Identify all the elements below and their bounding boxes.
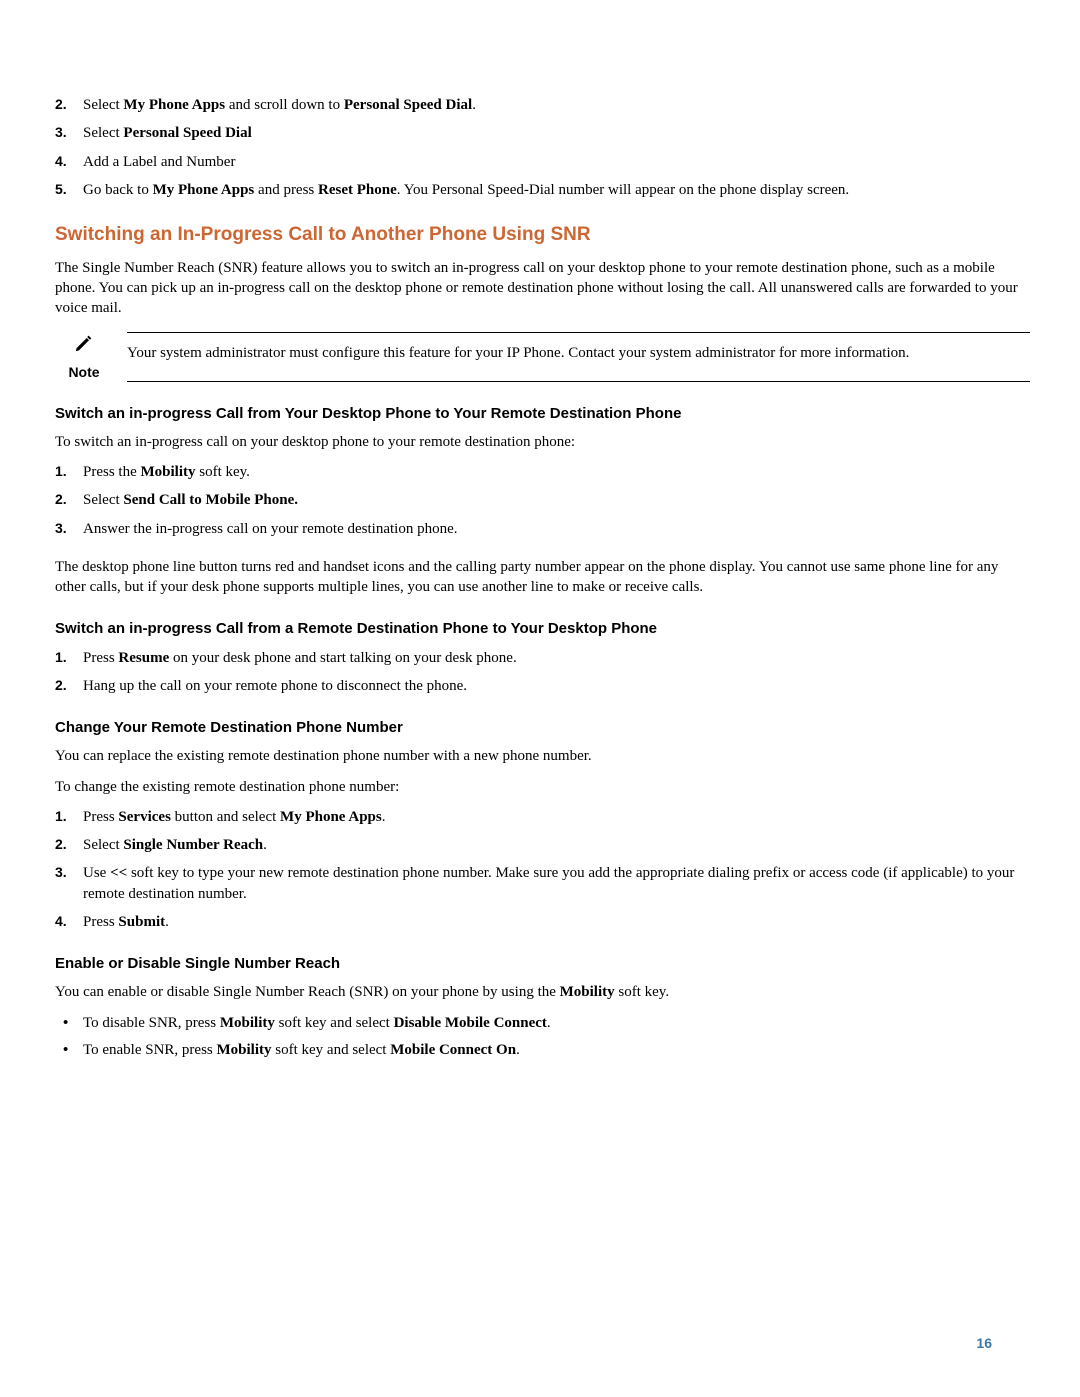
page-number: 16 [976, 1334, 992, 1353]
subheading-enable-disable: Enable or Disable Single Number Reach [55, 954, 1030, 974]
note-body: Your system administrator must configure… [127, 332, 1030, 381]
bullet-text: To enable SNR, press Mobility soft key a… [83, 1042, 520, 1058]
item-text: Select Send Call to Mobile Phone. [83, 492, 298, 508]
item-text: Answer the in-progress call on your remo… [83, 521, 458, 537]
item-text: Press Submit. [83, 914, 169, 930]
enable-disable-intro: You can enable or disable Single Number … [55, 982, 1030, 1002]
note-label: Note [55, 363, 113, 382]
item-number: 3. [55, 519, 67, 538]
note-left: Note [55, 332, 113, 381]
bullet-item: To disable SNR, press Mobility soft key … [55, 1013, 1030, 1033]
item-text: Go back to My Phone Apps and press Reset… [83, 182, 849, 198]
bullet-item: To enable SNR, press Mobility soft key a… [55, 1040, 1030, 1060]
list-item: 3. Select Personal Speed Dial [55, 123, 1030, 143]
list-item: 1. Press the Mobility soft key. [55, 462, 1030, 482]
switch-to-remote-after: The desktop phone line button turns red … [55, 557, 1030, 598]
item-text: Select Single Number Reach. [83, 837, 267, 853]
switch-to-remote-intro: To switch an in-progress call on your de… [55, 432, 1030, 452]
list-item: 1. Press Resume on your desk phone and st… [55, 648, 1030, 668]
item-text: Select My Phone Apps and scroll down to … [83, 97, 476, 113]
item-text: Use << soft key to type your new remote … [83, 865, 1014, 901]
item-number: 2. [55, 490, 67, 509]
list-item: 2. Select My Phone Apps and scroll down t… [55, 95, 1030, 115]
item-text: Press Services button and select My Phon… [83, 809, 386, 825]
list-item: 3. Use << soft key to type your new remot… [55, 863, 1030, 904]
item-number: 4. [55, 152, 67, 171]
list-item: 4. Add a Label and Number [55, 152, 1030, 172]
list-item: 2. Hang up the call on your remote phone … [55, 676, 1030, 696]
item-number: 1. [55, 648, 67, 667]
section-heading-snr: Switching an In-Progress Call to Another… [55, 222, 1030, 248]
change-number-p2: To change the existing remote destinatio… [55, 777, 1030, 797]
enable-disable-bullets: To disable SNR, press Mobility soft key … [55, 1013, 1030, 1061]
list-item: 2. Select Send Call to Mobile Phone. [55, 490, 1030, 510]
change-number-steps: 1. Press Services button and select My Ph… [55, 807, 1030, 932]
list-item: 2. Select Single Number Reach. [55, 835, 1030, 855]
item-number: 1. [55, 462, 67, 481]
list-item: 3. Answer the in-progress call on your re… [55, 519, 1030, 539]
item-text: Hang up the call on your remote phone to… [83, 678, 467, 694]
item-number: 2. [55, 95, 67, 114]
pencil-icon [73, 332, 95, 354]
item-number: 2. [55, 676, 67, 695]
item-text: Press the Mobility soft key. [83, 464, 250, 480]
subheading-switch-to-remote: Switch an in-progress Call from Your Des… [55, 404, 1030, 424]
item-number: 2. [55, 835, 67, 854]
item-number: 3. [55, 863, 67, 882]
bullet-text: To disable SNR, press Mobility soft key … [83, 1015, 551, 1031]
item-number: 1. [55, 807, 67, 826]
item-number: 5. [55, 180, 67, 199]
subheading-switch-to-desktop: Switch an in-progress Call from a Remote… [55, 619, 1030, 639]
switch-to-remote-steps: 1. Press the Mobility soft key. 2. Select … [55, 462, 1030, 539]
item-number: 4. [55, 912, 67, 931]
item-text: Add a Label and Number [83, 154, 235, 170]
note-box: Note Your system administrator must conf… [55, 332, 1030, 381]
item-text: Select Personal Speed Dial [83, 125, 252, 141]
item-number: 3. [55, 123, 67, 142]
switch-to-desktop-steps: 1. Press Resume on your desk phone and st… [55, 648, 1030, 697]
change-number-p1: You can replace the existing remote dest… [55, 746, 1030, 766]
item-text: Press Resume on your desk phone and star… [83, 650, 517, 666]
list-item: 1. Press Services button and select My Ph… [55, 807, 1030, 827]
top-ordered-list: 2. Select My Phone Apps and scroll down t… [55, 95, 1030, 200]
list-item: 5. Go back to My Phone Apps and press Res… [55, 180, 1030, 200]
snr-intro: The Single Number Reach (SNR) feature al… [55, 258, 1030, 319]
subheading-change-number: Change Your Remote Destination Phone Num… [55, 718, 1030, 738]
list-item: 4. Press Submit. [55, 912, 1030, 932]
document-page: 2. Select My Phone Apps and scroll down t… [0, 0, 1080, 1397]
